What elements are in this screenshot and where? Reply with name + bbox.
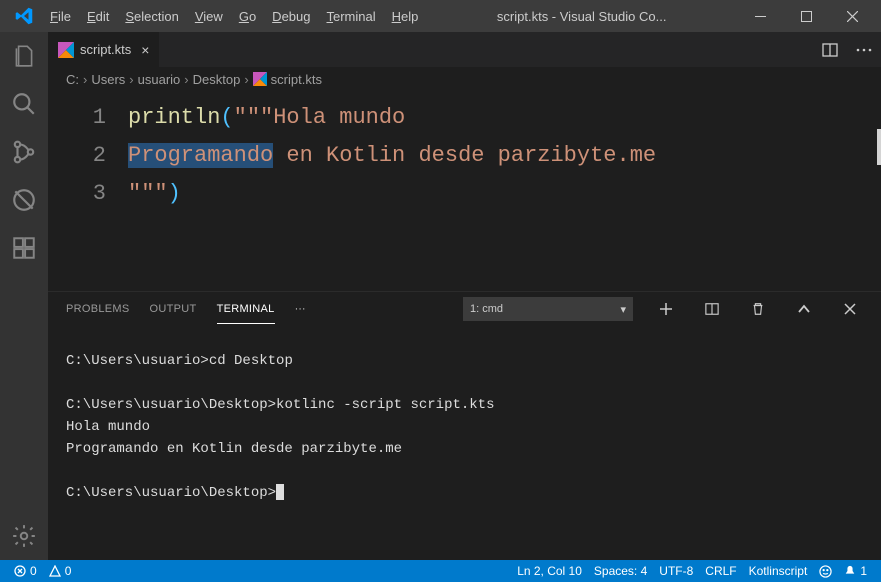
menu-debug[interactable]: Debug [264, 3, 318, 30]
chevron-right-icon: › [244, 72, 248, 87]
window-title: script.kts - Visual Studio Co... [426, 9, 737, 24]
bottom-panel: PROBLEMS OUTPUT TERMINAL ··· 1: cmd ▾ [48, 291, 881, 560]
more-actions-icon[interactable] [847, 32, 881, 67]
menu-view[interactable]: View [187, 3, 231, 30]
chevron-right-icon: › [83, 72, 87, 87]
status-feedback-icon[interactable] [813, 565, 838, 578]
menu-file[interactable]: File [42, 3, 79, 30]
close-button[interactable] [829, 0, 875, 32]
split-editor-icon[interactable] [813, 32, 847, 67]
menu-bar: File Edit Selection View Go Debug Termin… [42, 3, 426, 30]
close-panel-icon[interactable] [837, 296, 863, 322]
editor-tabs: script.kts × [48, 32, 881, 67]
panel-tab-row: PROBLEMS OUTPUT TERMINAL ··· 1: cmd ▾ [48, 292, 881, 326]
menu-edit[interactable]: Edit [79, 3, 117, 30]
maximize-button[interactable] [783, 0, 829, 32]
breadcrumb-seg[interactable]: C: [66, 72, 79, 87]
terminal-output[interactable]: C:\Users\usuario>cd Desktop C:\Users\usu… [48, 326, 881, 560]
code-content[interactable]: println("""Hola mundo Programando en Kot… [128, 91, 881, 291]
line-number-gutter: 1 2 3 [48, 91, 128, 291]
explorer-icon[interactable] [0, 32, 48, 80]
maximize-panel-icon[interactable] [791, 296, 817, 322]
chevron-right-icon: › [184, 72, 188, 87]
kotlin-file-icon [253, 72, 267, 86]
status-errors[interactable]: 0 [8, 564, 43, 578]
code-editor[interactable]: 1 2 3 println("""Hola mundo Programando … [48, 91, 881, 291]
kotlin-file-icon [58, 42, 74, 58]
breadcrumb-seg[interactable]: Desktop [193, 72, 241, 87]
vscode-logo-icon [14, 6, 34, 26]
chevron-right-icon: › [129, 72, 133, 87]
settings-gear-icon[interactable] [0, 512, 48, 560]
breadcrumb-seg[interactable]: Users [91, 72, 125, 87]
new-terminal-icon[interactable] [653, 296, 679, 322]
window-controls [737, 0, 875, 32]
chevron-down-icon: ▾ [620, 303, 626, 316]
minimize-button[interactable] [737, 0, 783, 32]
activity-bar [0, 32, 48, 560]
status-spaces[interactable]: Spaces: 4 [588, 564, 653, 578]
panel-tab-output[interactable]: OUTPUT [150, 295, 197, 323]
panel-more-icon[interactable]: ··· [295, 303, 306, 315]
status-eol[interactable]: CRLF [699, 564, 742, 578]
tab-script-kts[interactable]: script.kts × [48, 32, 160, 67]
status-notifications[interactable]: 1 [838, 564, 873, 578]
split-terminal-icon[interactable] [699, 296, 725, 322]
breadcrumb-seg[interactable]: script.kts [271, 72, 322, 87]
status-lncol[interactable]: Ln 2, Col 10 [511, 564, 588, 578]
tab-label: script.kts [80, 42, 131, 57]
source-control-icon[interactable] [0, 128, 48, 176]
editor-cursor-indicator [877, 129, 881, 165]
tab-close-icon[interactable]: × [141, 42, 149, 58]
status-bar: 0 0 Ln 2, Col 10 Spaces: 4 UTF-8 CRLF Ko… [0, 560, 881, 582]
status-warnings[interactable]: 0 [43, 564, 78, 578]
status-language[interactable]: Kotlinscript [743, 564, 814, 578]
search-icon[interactable] [0, 80, 48, 128]
kill-terminal-icon[interactable] [745, 296, 771, 322]
status-encoding[interactable]: UTF-8 [653, 564, 699, 578]
menu-terminal[interactable]: Terminal [318, 3, 383, 30]
title-bar: File Edit Selection View Go Debug Termin… [0, 0, 881, 32]
menu-help[interactable]: Help [384, 3, 427, 30]
menu-go[interactable]: Go [231, 3, 264, 30]
terminal-cursor [276, 484, 284, 500]
debug-icon[interactable] [0, 176, 48, 224]
breadcrumb-seg[interactable]: usuario [138, 72, 181, 87]
menu-selection[interactable]: Selection [117, 3, 186, 30]
breadcrumb[interactable]: C: › Users › usuario › Desktop › script.… [48, 67, 881, 91]
terminal-selector[interactable]: 1: cmd ▾ [463, 297, 633, 321]
panel-tab-problems[interactable]: PROBLEMS [66, 295, 130, 323]
panel-tab-terminal[interactable]: TERMINAL [217, 295, 275, 324]
extensions-icon[interactable] [0, 224, 48, 272]
